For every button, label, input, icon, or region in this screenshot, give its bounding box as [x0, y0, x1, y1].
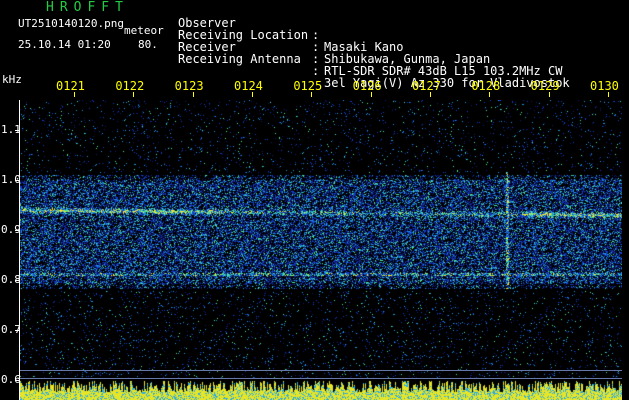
time-tick-label: 0130	[590, 79, 619, 93]
app-title: HROFFT	[46, 0, 129, 15]
time-tick-label: 0127	[412, 79, 441, 93]
time-tick-label: 0126	[352, 79, 382, 93]
unit-label: kHz	[2, 73, 22, 86]
info-label: Receiving Antenna	[178, 52, 301, 66]
time-tick-label: 0128	[471, 79, 501, 93]
time-tick-mark	[74, 92, 75, 97]
time-tick-label: 0129	[530, 79, 560, 93]
time-tick-label: 0125	[293, 79, 323, 93]
spectrogram	[20, 100, 622, 400]
time-tick-mark	[133, 92, 135, 97]
info-table: Observer : Masaki Kano Receiving Locatio…	[178, 5, 570, 89]
time-tick-mark	[430, 92, 431, 97]
speed-label: 80.	[138, 38, 158, 51]
time-tick-mark	[192, 92, 194, 97]
time-tick-mark	[370, 92, 372, 97]
time-tick-mark	[489, 92, 491, 97]
time-tick-mark	[252, 92, 253, 97]
time-tick-mark	[548, 92, 550, 97]
time-tick-label: 0123	[174, 79, 204, 93]
mode-label: meteor	[124, 24, 164, 37]
info-colon: :	[312, 64, 320, 78]
time-tick-mark	[311, 92, 313, 97]
time-tick-label: 0121	[56, 79, 85, 93]
time-tick-label: 0124	[234, 79, 263, 93]
time-tick-label: 0122	[115, 79, 145, 93]
reference-line	[20, 378, 622, 379]
file-name: UT2510140120.png	[18, 17, 124, 30]
time-tick-mark	[608, 92, 609, 97]
reference-line	[20, 370, 622, 371]
datetime-label: 25.10.14 01:20	[18, 38, 111, 51]
